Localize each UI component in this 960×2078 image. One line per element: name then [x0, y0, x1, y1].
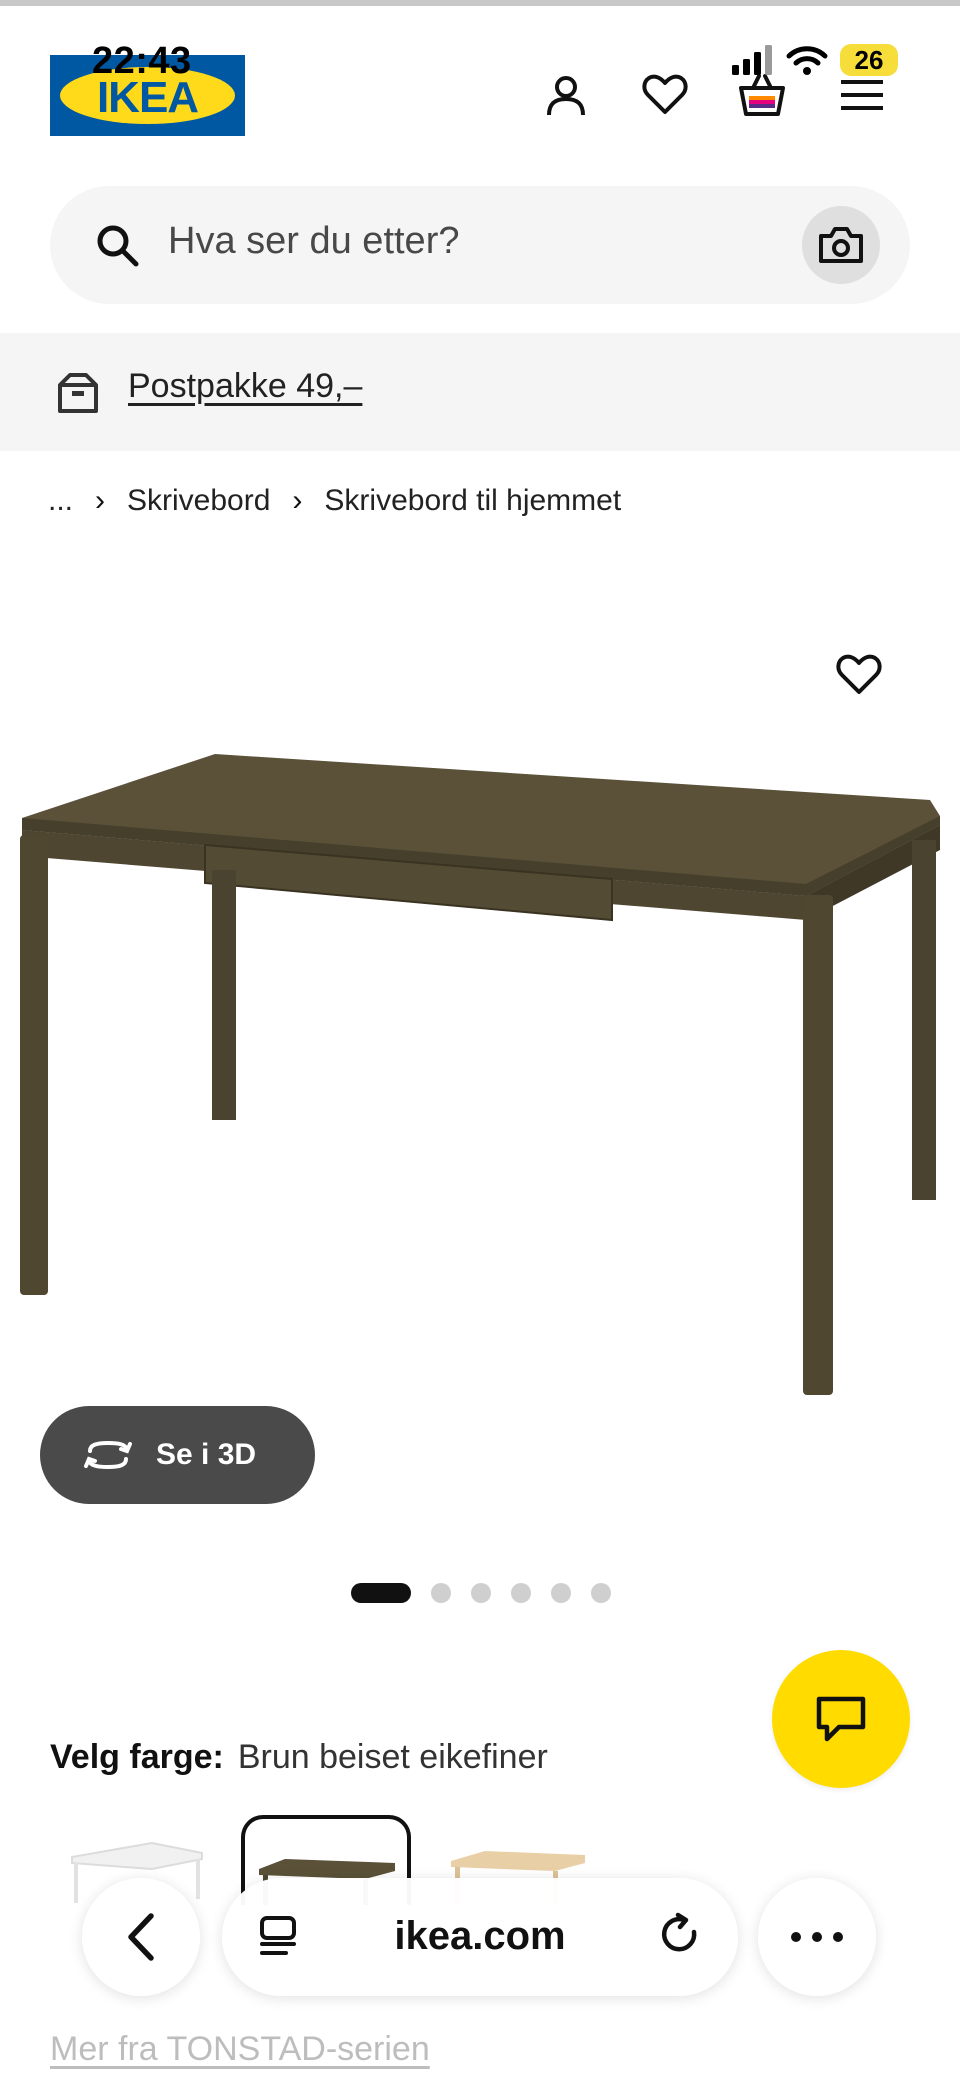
breadcrumb-item[interactable]: Skrivebord til hjemmet — [324, 484, 621, 518]
shipping-link[interactable]: Postpakke 49,– — [128, 367, 362, 406]
signal-icon — [732, 45, 772, 75]
status-time: 22:43 — [92, 40, 192, 82]
battery-indicator: 26 — [840, 44, 898, 76]
more-dots-icon — [791, 1932, 843, 1942]
chevron-right-icon: › — [292, 484, 303, 517]
carousel-dot[interactable] — [431, 1583, 451, 1603]
carousel-dot[interactable] — [551, 1583, 571, 1603]
favorites-button[interactable] — [640, 70, 690, 120]
product-image-desk[interactable] — [0, 720, 960, 1400]
wifi-icon — [786, 46, 828, 75]
series-link[interactable]: Mer fra TONSTAD-serien — [50, 2030, 430, 2069]
image-carousel-indicator — [351, 1583, 611, 1603]
breadcrumb-item[interactable]: Skrivebord — [127, 484, 270, 518]
breadcrumb: ... › Skrivebord › Skrivebord til hjemme… — [48, 484, 621, 518]
carousel-dot[interactable] — [591, 1583, 611, 1603]
menu-button[interactable] — [837, 70, 887, 120]
hamburger-menu-icon — [841, 80, 883, 110]
heart-icon — [642, 74, 688, 114]
cart-button[interactable] — [737, 70, 787, 120]
view-in-3d-label: Se i 3D — [156, 1438, 257, 1471]
top-edge-line — [0, 0, 960, 6]
shopping-bag-icon — [739, 74, 785, 116]
back-button[interactable] — [82, 1878, 200, 1996]
chevron-left-icon — [128, 1913, 154, 1961]
parcel-icon — [58, 373, 98, 413]
selected-color-value: Brun beiset eikefiner — [237, 1738, 548, 1776]
search-bar[interactable]: Hva ser du etter? — [50, 186, 910, 304]
search-icon — [97, 225, 139, 267]
chevron-right-icon: › — [95, 484, 106, 517]
add-to-favorites-button[interactable] — [836, 654, 886, 704]
chat-bubble-icon — [816, 1696, 866, 1742]
address-bar[interactable]: ikea.com — [222, 1878, 738, 1996]
breadcrumb-ellipsis[interactable]: ... — [48, 484, 73, 518]
search-input[interactable]: Hva ser du etter? — [168, 220, 459, 263]
delivery-banner: Postpakke 49,– — [0, 333, 960, 451]
reload-icon[interactable] — [658, 1912, 704, 1960]
user-icon — [547, 76, 585, 116]
account-button[interactable] — [541, 70, 591, 120]
heart-icon — [836, 654, 882, 694]
color-selector-label: Velg farge: Brun beiset eikefiner — [50, 1738, 548, 1777]
camera-icon — [819, 227, 863, 263]
status-icons: 26 — [732, 44, 898, 76]
chat-button[interactable] — [772, 1650, 910, 1788]
visual-search-button[interactable] — [802, 206, 880, 284]
color-label: Velg farge: — [50, 1738, 224, 1776]
carousel-dot[interactable] — [471, 1583, 491, 1603]
rotate-3d-icon — [84, 1440, 132, 1470]
view-in-3d-button[interactable]: Se i 3D — [40, 1406, 315, 1504]
carousel-dot[interactable] — [511, 1583, 531, 1603]
carousel-dot-active[interactable] — [351, 1583, 411, 1603]
more-options-button[interactable] — [758, 1878, 876, 1996]
